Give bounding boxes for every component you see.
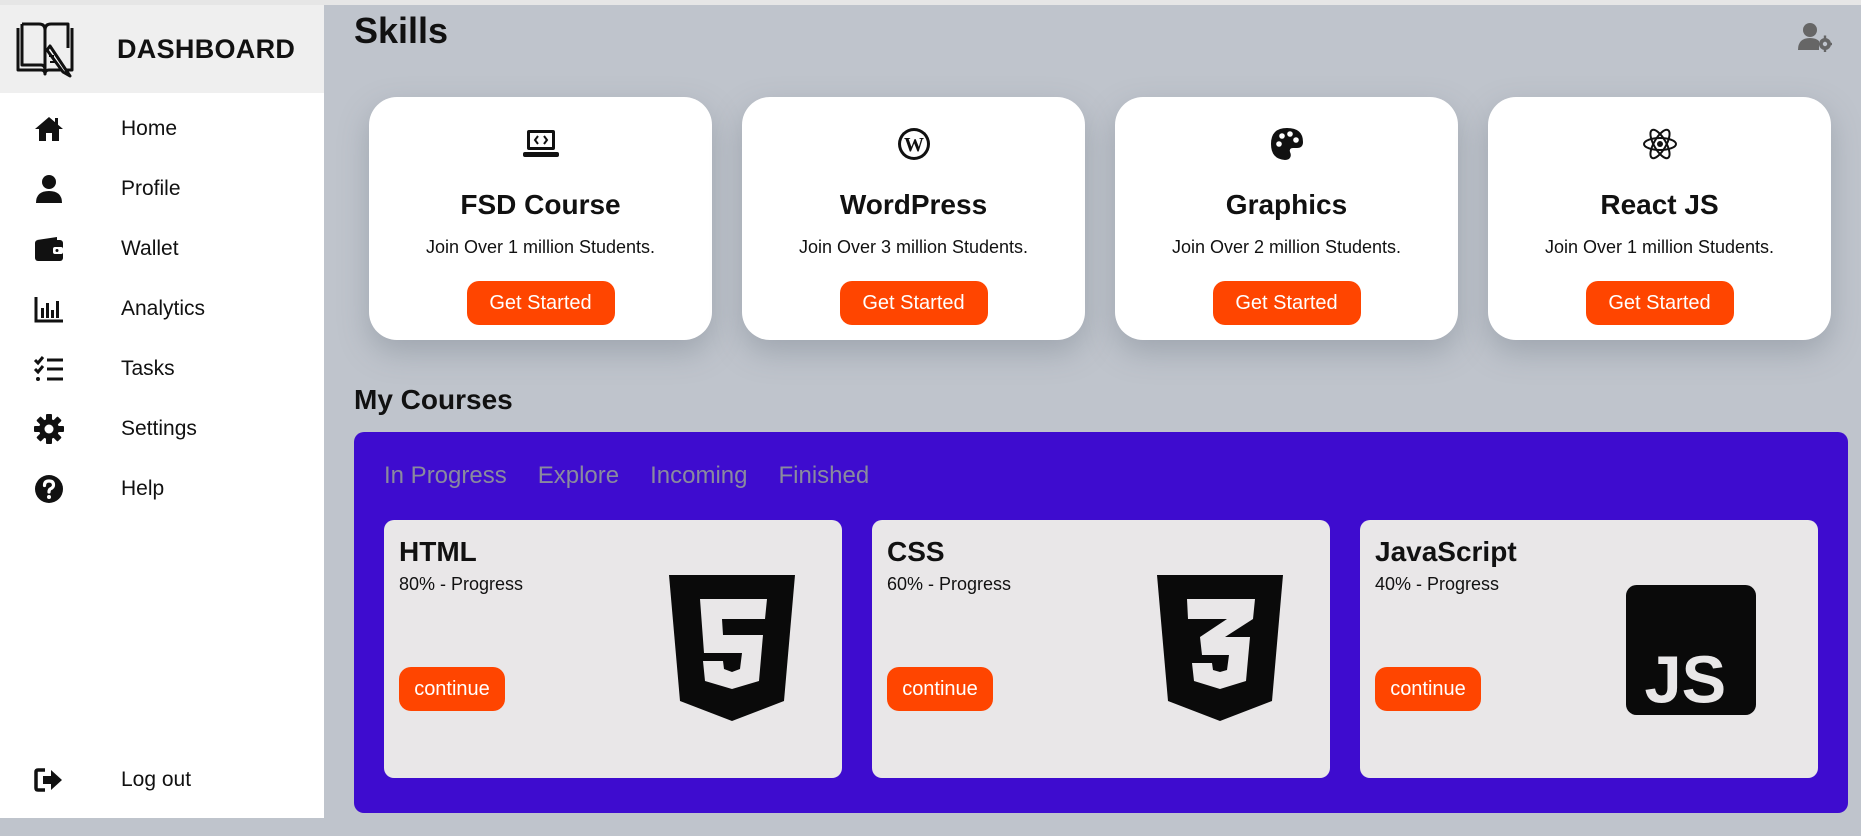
laptop-code-icon (521, 124, 561, 164)
sidebar-item-label: Profile (121, 177, 181, 200)
javascript-icon: JS (1626, 575, 1774, 723)
wordpress-icon: W (894, 124, 934, 164)
wallet-icon (32, 232, 66, 266)
continue-button[interactable]: continue (1375, 667, 1481, 711)
gear-icon (32, 412, 66, 446)
css3-icon (1155, 575, 1285, 725)
tab-finished[interactable]: Finished (778, 462, 869, 490)
get-started-button[interactable]: Get Started (1212, 281, 1361, 325)
sidebar-item-label: Home (121, 117, 178, 140)
course-title: HTML (399, 536, 477, 567)
skill-title: Graphics (1225, 189, 1348, 220)
tab-explore[interactable]: Explore (538, 462, 619, 490)
course-card-css: CSS 60% - Progress continue (872, 520, 1330, 778)
dashboard-title: DASHBOARD (117, 33, 296, 64)
react-icon (1640, 124, 1680, 164)
sidebar-item-label: Help (121, 477, 165, 500)
sidebar-item-tasks[interactable]: Tasks (0, 339, 324, 399)
sidebar-item-settings[interactable]: Settings (0, 399, 324, 459)
course-progress: 80% - Progress (399, 574, 524, 594)
course-card-html: HTML 80% - Progress continue (384, 520, 842, 778)
course-progress: 60% - Progress (887, 574, 1012, 594)
html5-icon (667, 575, 797, 725)
skill-card-graphics: Graphics Join Over 2 million Students. G… (1115, 97, 1458, 340)
course-progress: 40% - Progress (1375, 574, 1500, 594)
get-started-button[interactable]: Get Started (839, 281, 988, 325)
sidebar-nav: Home Profile Wallet Analytics Tasks Sett… (0, 99, 324, 519)
continue-button[interactable]: continue (399, 667, 505, 711)
sidebar-item-label: Analytics (121, 297, 206, 320)
sidebar-item-label: Wallet (121, 237, 179, 260)
user-gear-icon[interactable] (1798, 22, 1832, 53)
svg-text:JS: JS (1644, 644, 1726, 718)
bar-chart-icon (32, 292, 66, 326)
courses-panel: In Progress Explore Incoming Finished HT… (354, 432, 1848, 813)
get-started-button[interactable]: Get Started (466, 281, 615, 325)
continue-button[interactable]: continue (887, 667, 993, 711)
sidebar-item-label: Tasks (121, 357, 175, 380)
course-card-javascript: JavaScript 40% - Progress continue JS (1360, 520, 1818, 778)
skill-subtitle: Join Over 2 million Students. (1171, 237, 1402, 257)
sidebar-item-wallet[interactable]: Wallet (0, 219, 324, 279)
home-icon (32, 112, 66, 146)
book-pen-logo-icon (14, 20, 76, 78)
skill-subtitle: Join Over 1 million Students. (1544, 237, 1775, 257)
skill-subtitle: Join Over 1 million Students. (425, 237, 656, 257)
sidebar-item-label: Settings (121, 417, 197, 440)
sidebar: DASHBOARD Home Profile Wallet Analytics (0, 5, 324, 818)
skill-subtitle: Join Over 3 million Students. (798, 237, 1029, 257)
checklist-icon (32, 352, 66, 386)
skill-title: WordPress (839, 189, 988, 220)
skill-title: FSD Course (460, 189, 621, 220)
sidebar-item-profile[interactable]: Profile (0, 159, 324, 219)
svg-text:W: W (904, 134, 924, 156)
get-started-button[interactable]: Get Started (1585, 281, 1734, 325)
palette-icon (1267, 124, 1307, 164)
help-icon (32, 472, 66, 506)
skill-card-fsd: FSD Course Join Over 1 million Students.… (369, 97, 712, 340)
skill-card-wordpress: W WordPress Join Over 3 million Students… (742, 97, 1085, 340)
sidebar-item-help[interactable]: Help (0, 459, 324, 519)
course-tabs: In Progress Explore Incoming Finished (384, 462, 900, 490)
user-icon (32, 172, 66, 206)
logout-label: Log out (121, 768, 192, 791)
sidebar-item-home[interactable]: Home (0, 99, 324, 159)
skill-title: React JS (1600, 189, 1719, 220)
skill-card-react: React JS Join Over 1 million Students. G… (1488, 97, 1831, 340)
logout-button[interactable]: Log out (0, 750, 324, 810)
course-title: JavaScript (1375, 536, 1517, 567)
tab-in-progress[interactable]: In Progress (384, 462, 507, 490)
course-title: CSS (887, 536, 945, 567)
my-courses-title: My Courses (354, 384, 513, 415)
sidebar-item-analytics[interactable]: Analytics (0, 279, 324, 339)
page-title: Skills (354, 10, 449, 51)
brand-header: DASHBOARD (0, 5, 324, 93)
tab-incoming[interactable]: Incoming (650, 462, 747, 490)
logout-icon (32, 763, 66, 797)
